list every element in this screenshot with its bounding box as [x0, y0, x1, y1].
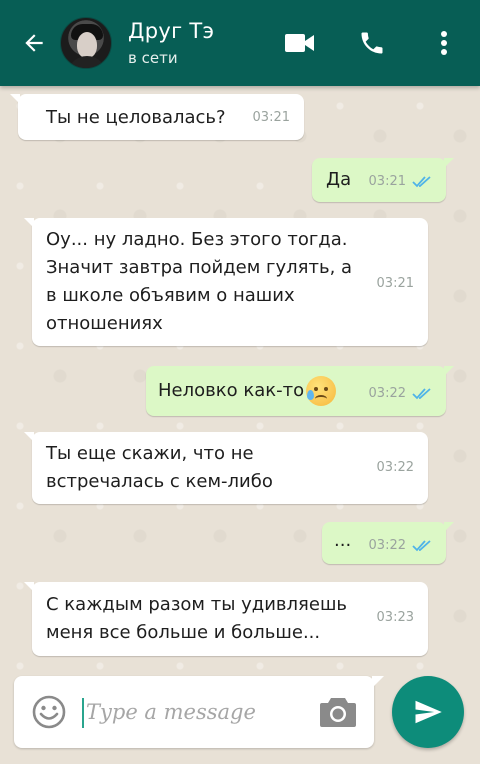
chat-header: Друг Тэ в сети [0, 0, 480, 86]
avatar[interactable] [60, 17, 112, 69]
contact-info[interactable]: Друг Тэ в сети [128, 18, 280, 68]
text-cursor [82, 698, 84, 728]
message-composer [14, 676, 384, 748]
message-time: 03:22 [368, 386, 406, 401]
chat-screen: Друг Тэ в сети Ты не целовалась? 03:21 Д… [0, 0, 480, 764]
message-line: Оу... ну ладно. Без этого тогда. [46, 229, 348, 250]
contact-name: Друг Тэ [128, 19, 215, 43]
message-time: 03:21 [368, 174, 406, 189]
double-check-icon [412, 175, 431, 187]
message-line: С каждым разом ты удивляешь [46, 594, 348, 615]
smiley-icon [32, 695, 66, 729]
camera-button[interactable] [316, 692, 360, 732]
message-outgoing[interactable]: Да 03:21 [312, 158, 454, 202]
message-time: 03:23 [376, 610, 414, 625]
message-outgoing[interactable]: ... 03:22 [322, 522, 454, 564]
double-check-icon [412, 387, 431, 399]
camera-icon [320, 698, 356, 727]
video-camera-icon [285, 34, 314, 52]
arrow-back-icon [25, 34, 43, 52]
message-incoming[interactable]: Ты не целовалась? 03:21 [10, 94, 304, 140]
message-input[interactable] [86, 694, 306, 730]
voice-call-button[interactable] [352, 23, 392, 63]
video-call-button[interactable] [280, 23, 320, 63]
message-line: Значит завтра пойдем гулять, а [46, 257, 353, 278]
message-time: 03:22 [376, 460, 414, 475]
double-check-icon [412, 539, 431, 551]
emoji-button[interactable] [30, 693, 68, 731]
message-text: Ты не целовалась? [46, 107, 226, 128]
message-time: 03:21 [376, 276, 414, 291]
message-time: 03:21 [252, 110, 290, 125]
send-button[interactable] [392, 676, 464, 748]
more-vert-icon [441, 31, 447, 55]
message-outgoing[interactable]: Неловко как-то 03:22 [146, 366, 454, 416]
message-incoming[interactable]: Ты еще скажи, что не встречалась с кем-л… [24, 432, 428, 504]
message-line: меня все больше и больше... [46, 622, 321, 643]
message-text: Да [326, 169, 352, 190]
sad-sweat-face-emoji [306, 376, 337, 406]
message-incoming[interactable]: С каждым разом ты удивляешь меня все бол… [24, 582, 428, 656]
menu-button[interactable] [424, 23, 464, 63]
message-text: ... [334, 530, 352, 551]
message-line: отношениях [46, 313, 163, 334]
back-button[interactable] [14, 23, 54, 63]
phone-icon [361, 32, 383, 54]
message-line: в школе объявим о наших [46, 285, 295, 306]
message-line: встречалась с кем-либо [46, 471, 273, 492]
message-list[interactable]: Ты не целовалась? 03:21 Да 03:21 Оу... н… [0, 86, 480, 670]
message-time: 03:22 [368, 538, 406, 553]
message-text: Неловко как-то [158, 380, 305, 401]
send-icon [415, 700, 442, 724]
message-incoming[interactable]: Оу... ну ладно. Без этого тогда. Значит … [24, 218, 428, 346]
contact-status: в сети [128, 49, 178, 67]
message-line: Ты еще скажи, что не [46, 443, 254, 464]
